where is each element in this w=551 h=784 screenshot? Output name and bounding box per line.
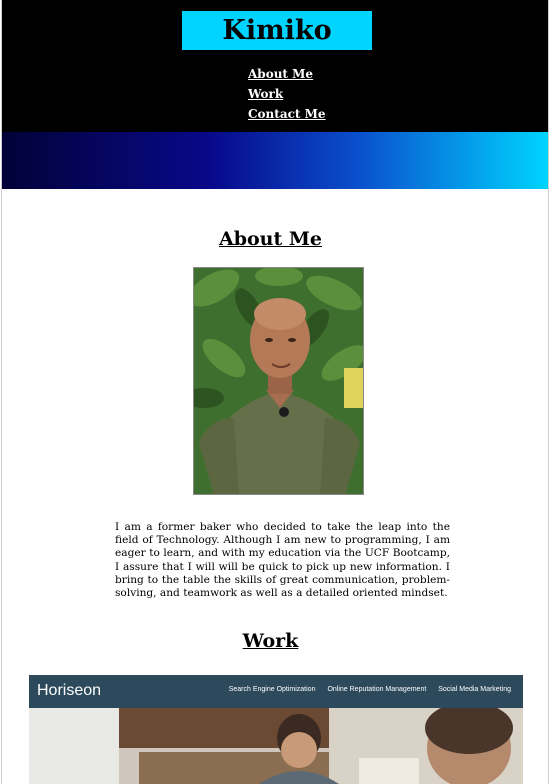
profile-photo (193, 267, 364, 495)
main-nav: About Me Work Contact Me (248, 64, 326, 124)
project-links: Search Engine Optimization Online Reputa… (219, 686, 511, 693)
project-link-seo: Search Engine Optimization (228, 686, 316, 693)
work-project-screenshot[interactable]: Horiseon Search Engine Optimization Onli… (29, 675, 523, 784)
about-heading: About Me (218, 228, 323, 250)
site-header: Kimiko Dixon About Me Work Contact Me (2, 0, 548, 132)
hero-gradient-band (2, 132, 548, 189)
project-link-social: Social Media Marketing (438, 686, 511, 693)
nav-link-work[interactable]: Work (248, 84, 326, 104)
project-logo: Horiseon (37, 682, 102, 699)
nav-link-about[interactable]: About Me (248, 64, 326, 84)
project-link-reputation: Online Reputation Management (327, 686, 427, 693)
project-nav-bar: Horiseon Search Engine Optimization Onli… (29, 675, 523, 708)
bio-paragraph: I am a former baker who decided to take … (115, 521, 450, 600)
nav-link-contact[interactable]: Contact Me (248, 104, 326, 124)
work-heading: Work (242, 630, 299, 652)
project-hero-image (29, 708, 523, 784)
site-title: Kimiko Dixon (182, 11, 372, 85)
